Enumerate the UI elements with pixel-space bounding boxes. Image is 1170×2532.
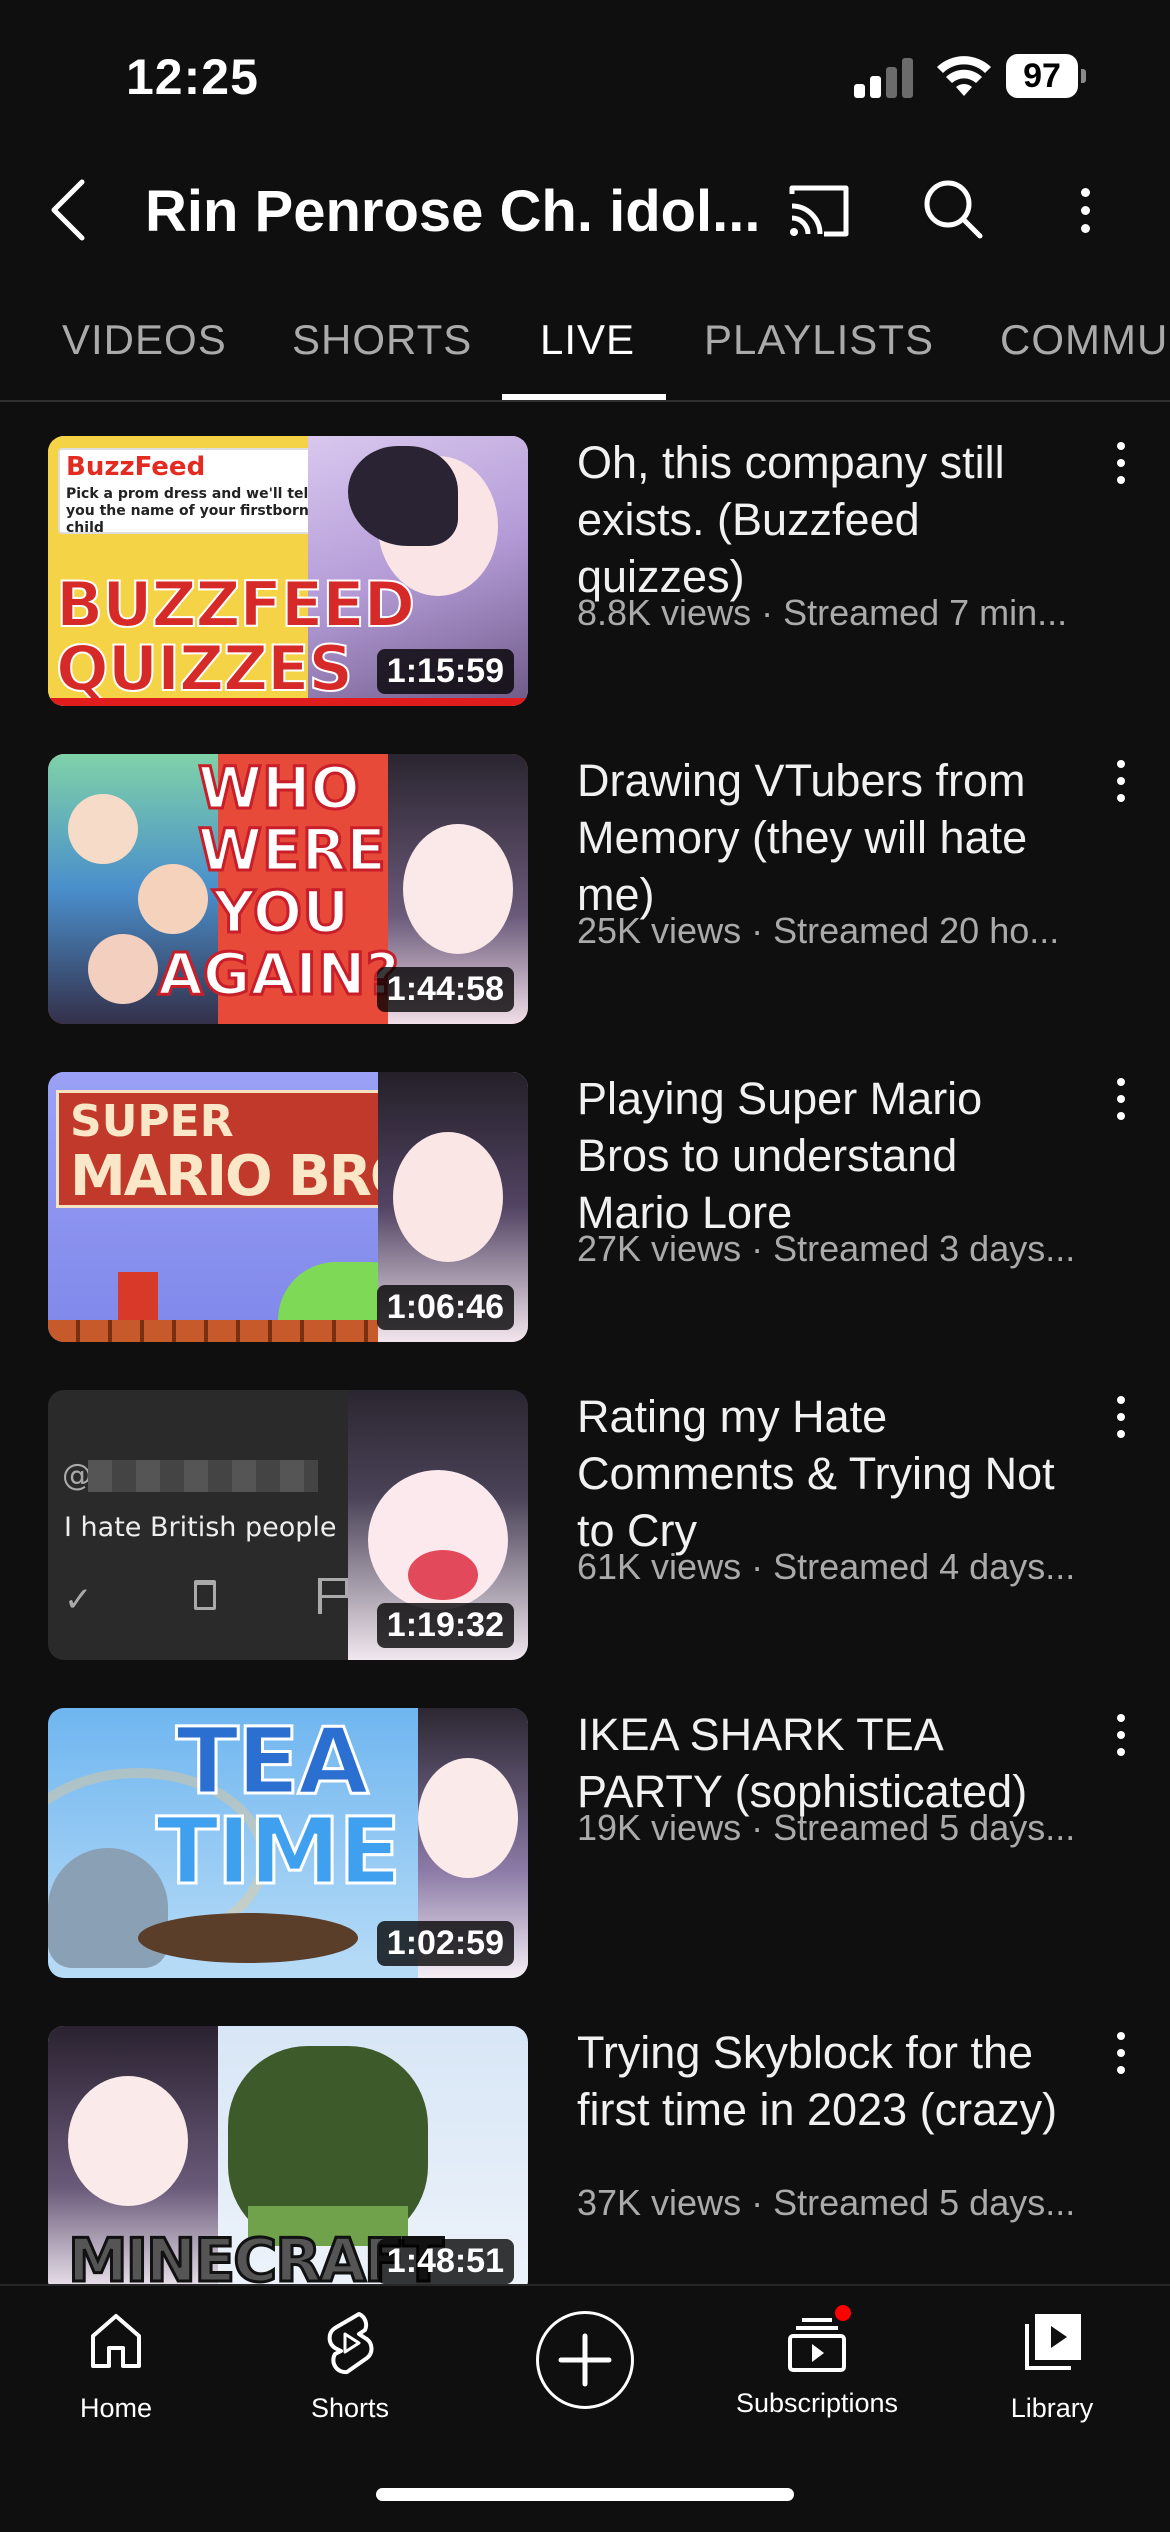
nav-subscriptions[interactable]: Subscriptions bbox=[717, 2302, 917, 2419]
nav-shorts-label: Shorts bbox=[310, 2393, 390, 2423]
nav-library-label: Library bbox=[1010, 2393, 1094, 2423]
search-icon[interactable] bbox=[918, 174, 988, 244]
tab-community[interactable]: COMMU bbox=[1000, 316, 1168, 364]
channel-header: Rin Penrose Ch. idol... bbox=[0, 150, 1170, 270]
channel-tabs: VIDEOS SHORTS LIVE PLAYLISTS COMMU bbox=[0, 290, 1170, 402]
video-meta: 19K views · Streamed 5 days... bbox=[577, 1807, 1076, 1848]
subscriptions-icon bbox=[782, 2302, 854, 2376]
thumb-headline-2: QUIZZES bbox=[55, 631, 354, 706]
video-more-icon[interactable] bbox=[1105, 760, 1137, 810]
video-duration: 1:06:46 bbox=[376, 1285, 514, 1330]
video-thumbnail[interactable]: @ I hate British people ✓ 1:19:32 bbox=[48, 1390, 528, 1660]
tab-shorts[interactable]: SHORTS bbox=[292, 316, 472, 364]
video-duration: 1:15:59 bbox=[376, 649, 514, 694]
video-item[interactable]: TEA TIME 1:02:59 IKEA SHARK TEA PARTY (s… bbox=[0, 1676, 1170, 1978]
thumb-headline-3: YOU bbox=[211, 877, 350, 948]
nav-shorts[interactable]: Shorts bbox=[250, 2306, 450, 2424]
video-duration: 1:02:59 bbox=[376, 1921, 514, 1966]
thumb-brand: BuzzFeed bbox=[66, 452, 206, 482]
more-vert-icon[interactable] bbox=[1060, 174, 1110, 244]
thumb-headline: WHO bbox=[197, 754, 362, 824]
tab-live[interactable]: LIVE bbox=[540, 316, 635, 364]
cast-icon[interactable] bbox=[784, 176, 854, 246]
nav-library[interactable]: Library bbox=[952, 2306, 1152, 2424]
video-title[interactable]: IKEA SHARK TEA PARTY (sophisticated) bbox=[577, 1706, 1077, 1820]
video-thumbnail[interactable]: MINECRAFT 1:48:51 bbox=[48, 2026, 528, 2284]
video-list: BuzzFeed Pick a prom dress and we'll tel… bbox=[0, 404, 1170, 2284]
tab-videos[interactable]: VIDEOS bbox=[62, 316, 227, 364]
home-icon bbox=[91, 2314, 141, 2368]
thumb-headline: BUZZFEED bbox=[55, 567, 416, 642]
plus-icon bbox=[558, 2333, 612, 2387]
battery-level: 97 bbox=[1006, 54, 1078, 98]
channel-title: Rin Penrose Ch. idol... bbox=[145, 179, 761, 244]
nav-home-label: Home bbox=[79, 2393, 153, 2423]
video-title[interactable]: Trying Skyblock for the first time in 20… bbox=[577, 2024, 1077, 2138]
video-item[interactable]: MINECRAFT 1:48:51 Trying Skyblock for th… bbox=[0, 1994, 1170, 2284]
library-icon bbox=[1025, 2314, 1081, 2370]
video-title[interactable]: Oh, this company still exists. (Buzzfeed… bbox=[577, 434, 1077, 605]
thumb-headline-2: TIME bbox=[154, 1797, 402, 1907]
video-duration: 1:48:51 bbox=[376, 2239, 514, 2284]
video-thumbnail[interactable]: WHO WERE YOU AGAIN? 1:44:58 bbox=[48, 754, 528, 1024]
video-item[interactable]: WHO WERE YOU AGAIN? 1:44:58 Drawing VTub… bbox=[0, 722, 1170, 1024]
home-indicator[interactable] bbox=[376, 2488, 794, 2501]
video-meta: 8.8K views · Streamed 7 min... bbox=[577, 592, 1068, 633]
tab-playlists[interactable]: PLAYLISTS bbox=[704, 316, 934, 364]
video-title[interactable]: Drawing VTubers from Memory (they will h… bbox=[577, 752, 1077, 923]
video-thumbnail[interactable]: TEA TIME 1:02:59 bbox=[48, 1708, 528, 1978]
video-item[interactable]: BuzzFeed Pick a prom dress and we'll tel… bbox=[0, 404, 1170, 706]
wifi-icon bbox=[937, 56, 991, 96]
active-tab-indicator bbox=[502, 394, 666, 400]
cellular-signal-icon bbox=[854, 58, 914, 98]
check-icon: ✓ bbox=[64, 1581, 93, 1619]
thumb-comment: I hate British people bbox=[64, 1512, 337, 1543]
thumb-caption: Pick a prom dress and we'll tell you the… bbox=[66, 486, 314, 536]
video-thumbnail[interactable]: SUPER MARIO BROS. 1:06:46 bbox=[48, 1072, 528, 1342]
video-meta: 27K views · Streamed 3 days... bbox=[577, 1228, 1076, 1269]
create-button[interactable] bbox=[536, 2311, 634, 2409]
notification-dot bbox=[832, 2302, 854, 2324]
video-more-icon[interactable] bbox=[1105, 2032, 1137, 2082]
shorts-icon bbox=[327, 2312, 374, 2375]
video-duration: 1:19:32 bbox=[376, 1603, 514, 1648]
status-bar: 12:25 97 bbox=[0, 0, 1170, 150]
video-meta: 61K views · Streamed 4 days... bbox=[577, 1546, 1076, 1587]
video-meta: 25K views · Streamed 20 ho... bbox=[577, 910, 1060, 951]
video-more-icon[interactable] bbox=[1105, 1396, 1137, 1446]
video-item[interactable]: SUPER MARIO BROS. 1:06:46 Playing Super … bbox=[0, 1040, 1170, 1342]
video-title[interactable]: Playing Super Mario Bros to understand M… bbox=[577, 1070, 1077, 1241]
video-more-icon[interactable] bbox=[1105, 1714, 1137, 1764]
thumb-headline-2: WERE bbox=[197, 815, 388, 886]
nav-home[interactable]: Home bbox=[16, 2306, 216, 2424]
thumb-headline-4: AGAIN? bbox=[156, 939, 400, 1010]
video-more-icon[interactable] bbox=[1105, 1078, 1137, 1128]
back-icon[interactable] bbox=[40, 170, 100, 250]
nav-subscriptions-label: Subscriptions bbox=[735, 2388, 899, 2418]
video-title[interactable]: Rating my Hate Comments & Trying Not to … bbox=[577, 1388, 1077, 1559]
video-meta: 37K views · Streamed 5 days... bbox=[577, 2182, 1076, 2223]
video-more-icon[interactable] bbox=[1105, 442, 1137, 492]
video-thumbnail[interactable]: BuzzFeed Pick a prom dress and we'll tel… bbox=[48, 436, 528, 706]
video-item[interactable]: @ I hate British people ✓ 1:19:32 Rating… bbox=[0, 1358, 1170, 1660]
status-time: 12:25 bbox=[126, 49, 259, 105]
trash-icon bbox=[194, 1580, 216, 1610]
video-duration: 1:44:58 bbox=[376, 967, 514, 1012]
thumb-headline: SUPER bbox=[70, 1096, 234, 1147]
battery-icon: 97 bbox=[1006, 54, 1086, 98]
